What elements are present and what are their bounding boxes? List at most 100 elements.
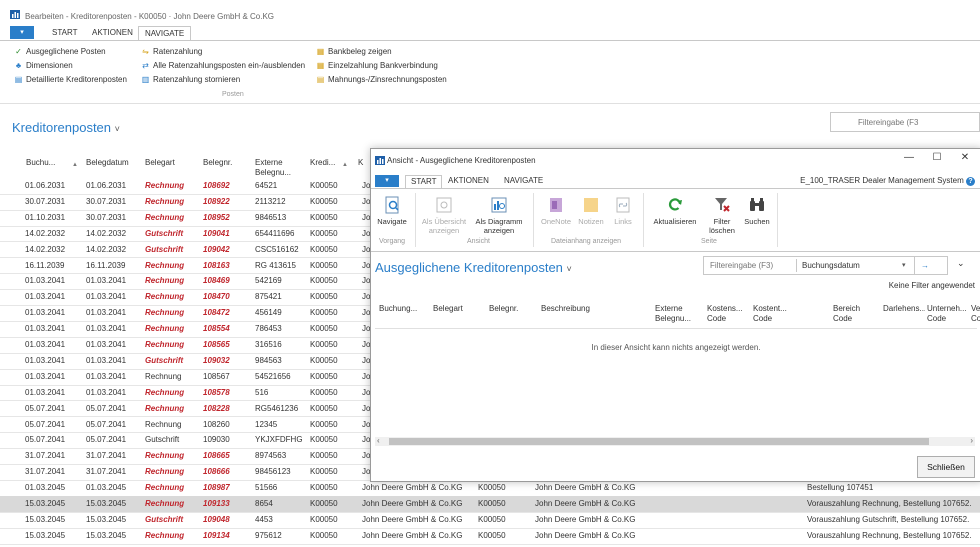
dialog-tab-start[interactable]: START [405, 175, 443, 189]
dialog-ribbon: Navigate Als Übersicht anzeigen Als Diag… [371, 188, 980, 252]
ribbon-bankbeleg-zeigen[interactable]: ▦ Bankbeleg zeigen [316, 45, 392, 57]
scrollbar-thumb[interactable] [389, 438, 929, 445]
navigate-button[interactable]: Navigate [375, 195, 409, 226]
tab-aktionen[interactable]: AKTIONEN [86, 26, 139, 39]
cell-nr: 109032 [203, 355, 230, 365]
dialog-menu-button[interactable]: ▾ [375, 175, 399, 187]
als-uebersicht-button[interactable]: Als Übersicht anzeigen [419, 195, 469, 235]
cell-nr: 109041 [203, 228, 230, 238]
dialog-col-header[interactable]: Unterneh... Code [927, 304, 967, 324]
cell-k2: K00050 [478, 483, 506, 493]
dialog-col-header[interactable]: Bereich Code [833, 304, 873, 324]
cell-ext: 975612 [255, 530, 282, 540]
cell-kred: K00050 [310, 355, 338, 365]
dialog-col-header[interactable]: Belegnr. [489, 304, 539, 314]
cell-kred: K00050 [310, 276, 338, 286]
dialog-col-header[interactable]: Kostent... Code [753, 304, 793, 324]
scroll-left-icon[interactable]: ‹ [377, 436, 380, 445]
schliessen-button[interactable]: Schließen [917, 456, 975, 478]
col-buchungsdatum[interactable]: Buchu... [26, 158, 55, 168]
dialog-tab-aktionen[interactable]: AKTIONEN [443, 175, 494, 187]
suchen-button[interactable]: Suchen [741, 195, 773, 226]
dialog-col-header[interactable]: Belegart [433, 304, 483, 314]
dialog-ausgeglichene-kreditorenposten: Ansicht - Ausgeglichene Kreditorenposten… [370, 148, 980, 482]
cell-d1: 15.03.2045 [25, 530, 66, 540]
tab-start[interactable]: START [46, 26, 83, 39]
dialog-col-header[interactable]: Externe Belegnu... [655, 304, 701, 324]
app-icon [10, 10, 20, 19]
minimize-icon[interactable]: — [903, 152, 915, 163]
tab-navigate[interactable]: NAVIGATE [138, 26, 192, 41]
als-diagramm-button[interactable]: Als Diagramm anzeigen [473, 195, 525, 235]
reminder-icon: ▤ [316, 74, 325, 84]
aktualisieren-button[interactable]: Aktualisieren [647, 195, 703, 226]
ribbon-ausgeglichene-posten[interactable]: ✓ Ausgeglichene Posten [14, 45, 105, 57]
dialog-tab-navigate[interactable]: NAVIGATE [499, 175, 548, 187]
col-belegdatum[interactable]: Belegdatum [86, 158, 129, 168]
dialog-col-header[interactable]: Kostens... Code [707, 304, 747, 324]
onenote-button[interactable]: OneNote [539, 195, 573, 226]
cell-nr: 108228 [203, 403, 230, 413]
cell-d1: 01.03.2041 [25, 387, 66, 397]
cell-d2: 01.06.2031 [86, 181, 127, 190]
horizontal-scrollbar[interactable]: ‹ › [375, 436, 975, 446]
app-menu-button[interactable]: ▾ [10, 26, 34, 39]
navigate-icon [385, 196, 399, 214]
ribbon-detaillierte-kreditorenposten[interactable]: ▤ Detaillierte Kreditorenposten [14, 73, 127, 85]
scroll-right-icon[interactable]: › [970, 436, 973, 445]
cell-kred: K00050 [310, 435, 338, 445]
col-k[interactable]: K [358, 158, 363, 168]
table-row[interactable]: 15.03.2045 15.03.2045 Gutschrift 109048 4453… [0, 512, 980, 529]
ribbon-mahnungs-zinsrechnungsposten[interactable]: ▤ Mahnungs-/Zinsrechnungsposten [316, 73, 447, 85]
cell-nr: 109133 [203, 499, 230, 508]
dialog-col-header[interactable]: Beschreibung [541, 304, 641, 314]
col-externe-belegnummer[interactable]: Externe Belegnu... [255, 158, 303, 178]
ribbon-alle-ratenzahlungsposten[interactable]: ⇄ Alle Ratenzahlungsposten ein-/ausblende… [141, 59, 305, 71]
dialog-col-header[interactable]: Darlehens... [883, 304, 925, 314]
cell-d2: 05.07.2041 [86, 419, 127, 429]
dialog-col-header[interactable]: Buchung... [379, 304, 429, 314]
cell-art: Gutschrift [145, 244, 184, 254]
close-icon[interactable]: ✕ [959, 152, 971, 163]
cell-d2: 01.03.2041 [86, 324, 127, 334]
refresh-icon [668, 198, 682, 211]
filter-input[interactable]: Filtereingabe (F3) [710, 257, 773, 274]
ribbon-ratenzahlung[interactable]: ⇋ Ratenzahlung [141, 45, 202, 57]
notizen-button[interactable]: Notizen [575, 195, 607, 226]
filter-loeschen-button[interactable]: Filter löschen [705, 195, 739, 235]
cell-ext: RG 413615 [255, 260, 296, 270]
cell-kred: K00050 [310, 308, 338, 318]
table-row[interactable]: 15.03.2045 15.03.2045 Rechnung 109134 975612… [0, 528, 980, 545]
table-row[interactable]: 01.03.2045 01.03.2045 Rechnung 108987 51566 K… [0, 480, 980, 497]
link-icon [616, 197, 630, 213]
maximize-icon[interactable]: ☐ [931, 152, 943, 163]
ribbon-group-ansicht: Ansicht [467, 238, 490, 245]
cell-d2: 30.07.2031 [86, 212, 127, 222]
chevron-down-icon[interactable]: ˅ [567, 264, 572, 274]
cell-ext: 516 [255, 387, 269, 397]
ribbon-einzelzahlung-bankverbindung[interactable]: ▦ Einzelzahlung Bankverbindung [316, 59, 438, 71]
cell-d2: 30.07.2031 [86, 196, 127, 206]
filter-field-select[interactable]: Buchungsdatum [802, 257, 860, 274]
ribbon-divider [777, 193, 778, 247]
dialog-col-header[interactable]: Ve Co [971, 304, 980, 324]
help-icon[interactable]: ? [966, 177, 975, 186]
ribbon-ratenzahlung-stornieren[interactable]: ▥ Ratenzahlung stornieren [141, 73, 240, 85]
table-row[interactable]: 15.03.2045 15.03.2045 Rechnung 109133 8654 K0… [0, 496, 980, 513]
dimensions-icon: ♣ [15, 60, 22, 70]
filter-input[interactable]: Filtereingabe (F3 [830, 112, 980, 132]
apply-filter-arrow-icon[interactable]: → [921, 257, 929, 274]
expand-filter-chevron-icon[interactable]: ⌄ [957, 258, 965, 269]
cell-nr: 108922 [203, 196, 230, 206]
col-belegart[interactable]: Belegart [145, 158, 175, 168]
cell-art: Gutschrift [145, 228, 184, 238]
chart-view-icon [491, 197, 507, 213]
col-belegnr[interactable]: Belegnr. [203, 158, 232, 168]
cell-ext: 12345 [255, 419, 278, 429]
ribbon-dimensionen[interactable]: ♣ Dimensionen [14, 59, 73, 71]
col-kreditor[interactable]: Kredi... [310, 158, 335, 168]
dropdown-icon[interactable]: ▾ [902, 257, 906, 274]
links-button[interactable]: Links [609, 195, 637, 226]
cell-name2: John Deere GmbH & Co.KG [535, 499, 636, 508]
chevron-down-icon[interactable]: ˅ [115, 124, 120, 134]
